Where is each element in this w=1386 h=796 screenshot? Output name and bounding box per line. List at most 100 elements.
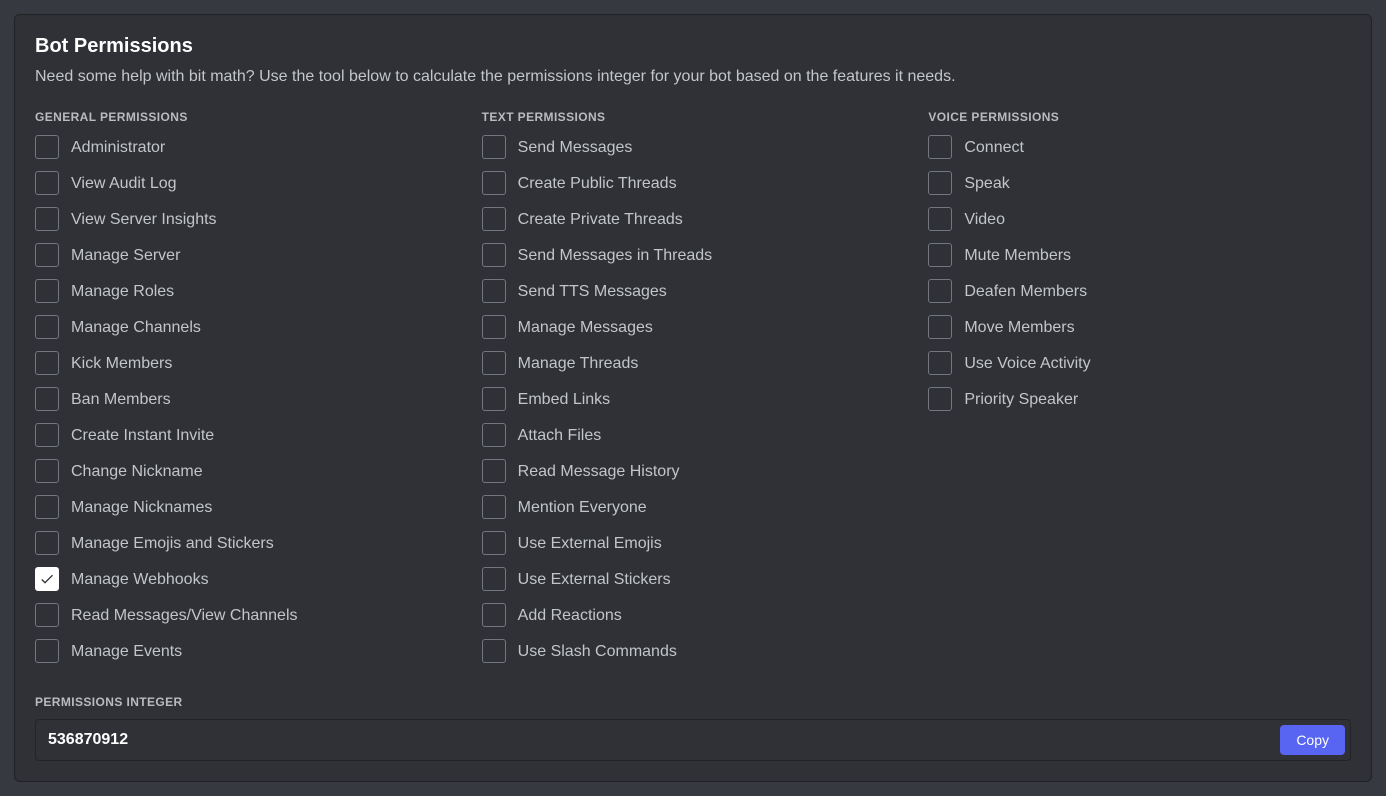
- checkbox-use-external-emojis[interactable]: [482, 531, 506, 555]
- permission-mention-everyone[interactable]: Mention Everyone: [482, 495, 905, 519]
- checkbox-manage-roles[interactable]: [35, 279, 59, 303]
- copy-button[interactable]: Copy: [1280, 725, 1345, 755]
- checkbox-use-voice-activity[interactable]: [928, 351, 952, 375]
- permission-manage-server[interactable]: Manage Server: [35, 243, 458, 267]
- checkbox-manage-emojis-and-stickers[interactable]: [35, 531, 59, 555]
- checkbox-send-messages[interactable]: [482, 135, 506, 159]
- permission-send-messages[interactable]: Send Messages: [482, 135, 905, 159]
- checkbox-read-messages-view-channels[interactable]: [35, 603, 59, 627]
- checkbox-change-nickname[interactable]: [35, 459, 59, 483]
- permission-label: Manage Roles: [71, 282, 174, 301]
- permission-label: Create Public Threads: [518, 174, 677, 193]
- checkbox-attach-files[interactable]: [482, 423, 506, 447]
- permission-view-audit-log[interactable]: View Audit Log: [35, 171, 458, 195]
- checkbox-manage-events[interactable]: [35, 639, 59, 663]
- permission-manage-emojis-and-stickers[interactable]: Manage Emojis and Stickers: [35, 531, 458, 555]
- permission-label: Video: [964, 210, 1005, 229]
- permission-label: Ban Members: [71, 390, 171, 409]
- permission-use-slash-commands[interactable]: Use Slash Commands: [482, 639, 905, 663]
- permission-label: Kick Members: [71, 354, 172, 373]
- permission-label: View Server Insights: [71, 210, 217, 229]
- permission-label: Manage Emojis and Stickers: [71, 534, 274, 553]
- permission-connect[interactable]: Connect: [928, 135, 1351, 159]
- checkbox-send-messages-in-threads[interactable]: [482, 243, 506, 267]
- checkbox-speak[interactable]: [928, 171, 952, 195]
- checkbox-create-instant-invite[interactable]: [35, 423, 59, 447]
- checkbox-create-private-threads[interactable]: [482, 207, 506, 231]
- checkbox-manage-nicknames[interactable]: [35, 495, 59, 519]
- checkbox-manage-messages[interactable]: [482, 315, 506, 339]
- checkbox-use-external-stickers[interactable]: [482, 567, 506, 591]
- checkbox-manage-threads[interactable]: [482, 351, 506, 375]
- permission-use-external-emojis[interactable]: Use External Emojis: [482, 531, 905, 555]
- permission-label: Read Message History: [518, 462, 680, 481]
- permission-create-public-threads[interactable]: Create Public Threads: [482, 171, 905, 195]
- checkbox-manage-webhooks[interactable]: [35, 567, 59, 591]
- checkbox-view-server-insights[interactable]: [35, 207, 59, 231]
- permission-ban-members[interactable]: Ban Members: [35, 387, 458, 411]
- permission-label: Move Members: [964, 318, 1074, 337]
- permission-label: Mention Everyone: [518, 498, 647, 517]
- checkbox-embed-links[interactable]: [482, 387, 506, 411]
- panel-title: Bot Permissions: [35, 35, 1351, 58]
- checkbox-create-public-threads[interactable]: [482, 171, 506, 195]
- checkbox-priority-speaker[interactable]: [928, 387, 952, 411]
- checkbox-manage-channels[interactable]: [35, 315, 59, 339]
- permission-label: Speak: [964, 174, 1009, 193]
- permission-label: Attach Files: [518, 426, 602, 445]
- permission-manage-events[interactable]: Manage Events: [35, 639, 458, 663]
- permission-administrator[interactable]: Administrator: [35, 135, 458, 159]
- permission-read-messages-view-channels[interactable]: Read Messages/View Channels: [35, 603, 458, 627]
- checkbox-add-reactions[interactable]: [482, 603, 506, 627]
- permission-create-instant-invite[interactable]: Create Instant Invite: [35, 423, 458, 447]
- permission-read-message-history[interactable]: Read Message History: [482, 459, 905, 483]
- permission-speak[interactable]: Speak: [928, 171, 1351, 195]
- permission-label: Priority Speaker: [964, 390, 1078, 409]
- permission-label: View Audit Log: [71, 174, 177, 193]
- permissions-integer-input[interactable]: [36, 720, 1275, 760]
- checkbox-mute-members[interactable]: [928, 243, 952, 267]
- permission-manage-nicknames[interactable]: Manage Nicknames: [35, 495, 458, 519]
- checkbox-video[interactable]: [928, 207, 952, 231]
- checkbox-view-audit-log[interactable]: [35, 171, 59, 195]
- checkbox-ban-members[interactable]: [35, 387, 59, 411]
- checkbox-manage-server[interactable]: [35, 243, 59, 267]
- permission-mute-members[interactable]: Mute Members: [928, 243, 1351, 267]
- permission-add-reactions[interactable]: Add Reactions: [482, 603, 905, 627]
- checkbox-use-slash-commands[interactable]: [482, 639, 506, 663]
- checkbox-mention-everyone[interactable]: [482, 495, 506, 519]
- checkbox-move-members[interactable]: [928, 315, 952, 339]
- checkbox-deafen-members[interactable]: [928, 279, 952, 303]
- checkbox-read-message-history[interactable]: [482, 459, 506, 483]
- permission-label: Manage Server: [71, 246, 180, 265]
- permission-create-private-threads[interactable]: Create Private Threads: [482, 207, 905, 231]
- checkbox-connect[interactable]: [928, 135, 952, 159]
- permission-label: Use Voice Activity: [964, 354, 1090, 373]
- permission-embed-links[interactable]: Embed Links: [482, 387, 905, 411]
- checkbox-send-tts-messages[interactable]: [482, 279, 506, 303]
- permission-use-voice-activity[interactable]: Use Voice Activity: [928, 351, 1351, 375]
- permission-use-external-stickers[interactable]: Use External Stickers: [482, 567, 905, 591]
- permission-view-server-insights[interactable]: View Server Insights: [35, 207, 458, 231]
- permission-video[interactable]: Video: [928, 207, 1351, 231]
- checkbox-kick-members[interactable]: [35, 351, 59, 375]
- checkbox-administrator[interactable]: [35, 135, 59, 159]
- permission-attach-files[interactable]: Attach Files: [482, 423, 905, 447]
- voice-permissions-column: Voice Permissions ConnectSpeakVideoMute …: [928, 110, 1351, 675]
- permission-send-tts-messages[interactable]: Send TTS Messages: [482, 279, 905, 303]
- permission-manage-webhooks[interactable]: Manage Webhooks: [35, 567, 458, 591]
- permissions-columns: General Permissions AdministratorView Au…: [35, 110, 1351, 675]
- permission-manage-threads[interactable]: Manage Threads: [482, 351, 905, 375]
- permission-priority-speaker[interactable]: Priority Speaker: [928, 387, 1351, 411]
- permission-change-nickname[interactable]: Change Nickname: [35, 459, 458, 483]
- permission-manage-messages[interactable]: Manage Messages: [482, 315, 905, 339]
- panel-description: Need some help with bit math? Use the to…: [35, 66, 1351, 88]
- permission-deafen-members[interactable]: Deafen Members: [928, 279, 1351, 303]
- permission-manage-roles[interactable]: Manage Roles: [35, 279, 458, 303]
- check-icon: [39, 571, 55, 587]
- permission-move-members[interactable]: Move Members: [928, 315, 1351, 339]
- bot-permissions-panel: Bot Permissions Need some help with bit …: [14, 14, 1372, 782]
- permission-send-messages-in-threads[interactable]: Send Messages in Threads: [482, 243, 905, 267]
- permission-manage-channels[interactable]: Manage Channels: [35, 315, 458, 339]
- permission-kick-members[interactable]: Kick Members: [35, 351, 458, 375]
